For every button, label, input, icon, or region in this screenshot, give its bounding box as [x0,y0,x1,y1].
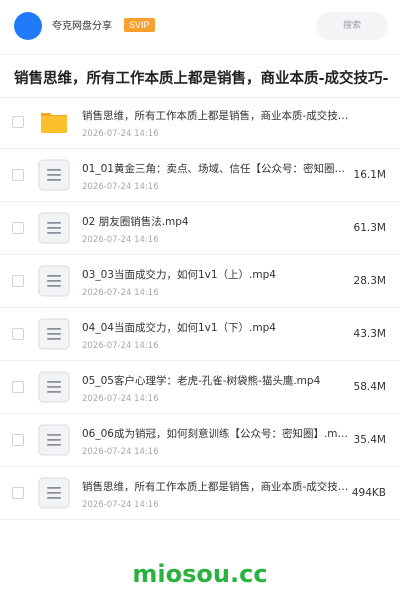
row-checkbox[interactable] [12,328,24,340]
file-date: 2026-07-24 14:16 [82,447,159,457]
file-name: 05_05客户心理学：老虎-孔雀-树袋熊-猫头鹰.mp4 [82,375,321,387]
row-checkbox[interactable] [12,434,24,446]
row-checkbox[interactable] [12,222,24,234]
file-date: 2026-07-24 14:16 [82,182,159,192]
share-page: 夸克网盘分享 SVIP 搜索 销售思维，所有工作本质上都是销售，商业本质-成交技… [0,0,400,600]
document-icon [38,265,70,297]
file-size: 43.3M [353,328,386,340]
file-size: 58.4M [353,381,386,393]
file-list: 销售思维，所有工作本质上都是销售，商业本质-成交技巧- 2026-07-24 1… [0,96,400,520]
document-icon [38,318,70,350]
document-icon [38,477,70,509]
file-row[interactable]: 05_05客户心理学：老虎-孔雀-树袋熊-猫头鹰.mp4 2026-07-24 … [0,361,400,414]
folder-icon [41,113,67,133]
watermark: miosou.cc [132,560,268,588]
file-size: 16.1M [353,169,386,181]
file-size: 494KB [351,487,386,499]
file-date: 2026-07-24 14:16 [82,341,159,351]
file-size: 35.4M [353,434,386,446]
file-date: 2026-07-24 14:16 [82,235,159,245]
svip-badge: SVIP [124,18,155,32]
document-icon [38,212,70,244]
file-size: 61.3M [353,222,386,234]
row-checkbox[interactable] [12,381,24,393]
row-checkbox[interactable] [12,487,24,499]
file-date: 2026-07-24 14:16 [82,288,159,298]
file-date: 2026-07-24 14:16 [82,129,159,139]
file-date: 2026-07-24 14:16 [82,394,159,404]
file-row[interactable]: 01_01黄金三角：卖点、场域、信任【公众号：密知圈】.mp4 2026-07-… [0,149,400,202]
file-name: 销售思维，所有工作本质上都是销售，商业本质-成交技巧- [82,110,350,122]
row-checkbox[interactable] [12,169,24,181]
brand-name: 夸克网盘分享 [52,21,112,32]
file-name: 03_03当面成交力，如何1v1（上）.mp4 [82,269,276,281]
page-title: 销售思维，所有工作本质上都是销售，商业本质-成交技巧- [14,71,389,87]
row-checkbox[interactable] [12,116,24,128]
header: 夸克网盘分享 SVIP 搜索 [0,0,400,52]
row-checkbox[interactable] [12,275,24,287]
file-size: 28.3M [353,275,386,287]
file-name: 02 朋友圈销售法.mp4 [82,216,189,228]
document-icon [38,159,70,191]
file-name: 04_04当面成交力，如何1v1（下）.mp4 [82,322,276,334]
title-bar: 销售思维，所有工作本质上都是销售，商业本质-成交技巧- [0,54,400,98]
file-row[interactable]: 02 朋友圈销售法.mp4 2026-07-24 14:16 61.3M [0,202,400,255]
document-icon [38,424,70,456]
file-name: 销售思维，所有工作本质上都是销售，商业本质-成交技巧.txt [82,481,350,493]
file-name: 06_06成为销冠，如何刻意训练【公众号：密知圈】.mp4 [82,428,350,440]
user-avatar[interactable] [14,12,42,40]
file-row[interactable]: 04_04当面成交力，如何1v1（下）.mp4 2026-07-24 14:16… [0,308,400,361]
file-row-folder[interactable]: 销售思维，所有工作本质上都是销售，商业本质-成交技巧- 2026-07-24 1… [0,96,400,149]
file-row[interactable]: 03_03当面成交力，如何1v1（上）.mp4 2026-07-24 14:16… [0,255,400,308]
file-row[interactable]: 06_06成为销冠，如何刻意训练【公众号：密知圈】.mp4 2026-07-24… [0,414,400,467]
file-date: 2026-07-24 14:16 [82,500,159,510]
file-name: 01_01黄金三角：卖点、场域、信任【公众号：密知圈】.mp4 [82,163,350,175]
search-button[interactable]: 搜索 [316,12,388,40]
file-row[interactable]: 销售思维，所有工作本质上都是销售，商业本质-成交技巧.txt 2026-07-2… [0,467,400,520]
document-icon [38,371,70,403]
